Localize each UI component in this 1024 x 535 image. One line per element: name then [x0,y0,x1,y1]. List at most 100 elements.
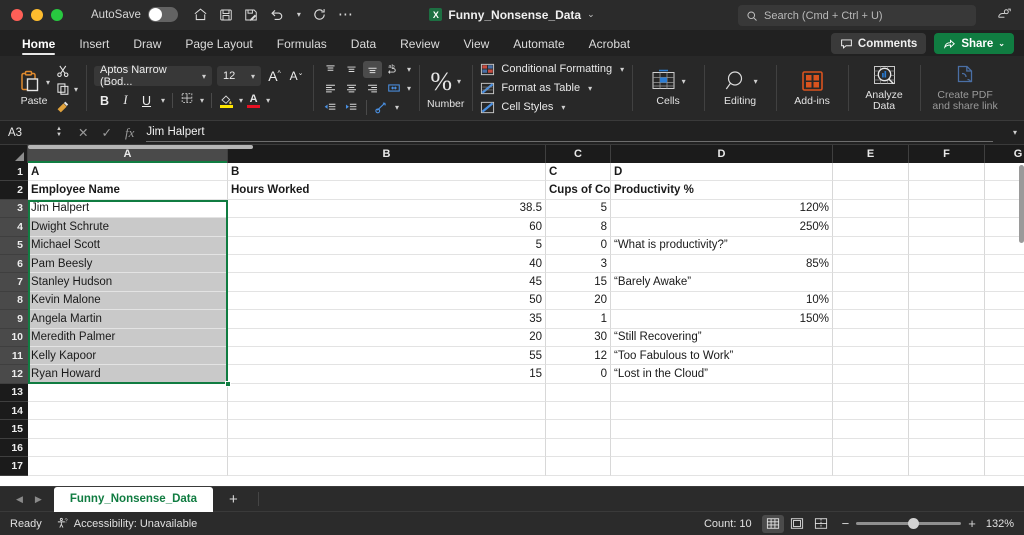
cell-B17[interactable] [228,457,546,476]
cell-F1[interactable] [909,163,985,182]
document-title[interactable]: Funny_Nonsense_Data [448,8,581,22]
decrease-font-size-button[interactable]: A⌄ [288,69,305,83]
cell-E4[interactable] [833,218,909,237]
cell-C4[interactable]: 8 [546,218,611,237]
cell-F6[interactable] [909,254,985,274]
orientation-chevron-icon[interactable]: ▾ [407,65,411,74]
cell-A16[interactable] [28,438,228,458]
conditional-formatting-button[interactable]: Conditional Formatting ▾ [480,62,624,77]
align-bottom-button[interactable] [363,60,383,78]
cell-E1[interactable] [833,163,909,182]
cell-D4[interactable]: 250% [611,218,833,237]
cell-B10[interactable]: 20 [228,328,546,347]
cell-B1[interactable]: B [228,163,546,182]
more-commands-icon[interactable]: ⋯ [338,7,354,22]
increase-font-size-button[interactable]: A^ [266,68,283,84]
orientation-button[interactable]: ab [384,61,403,78]
align-left-button[interactable] [321,80,340,97]
tab-acrobat[interactable]: Acrobat [577,37,642,56]
save-as-icon[interactable] [244,8,258,22]
cell-B4[interactable]: 60 [228,218,546,237]
cell-C8[interactable]: 20 [546,291,611,311]
tab-review[interactable]: Review [388,37,451,56]
font-name-select[interactable]: Aptos Narrow (Bod... ▾ [94,64,213,88]
previous-sheet-icon[interactable]: ◀ [16,494,23,505]
editing-button[interactable]: ▾ Editing [712,69,768,107]
cell-D7[interactable]: “Barely Awake” [611,273,833,292]
cell-D10[interactable]: “Still Recovering” [611,328,833,347]
cell-A4[interactable]: Dwight Schrute [28,218,228,237]
cell-C6[interactable]: 3 [546,254,611,274]
cell-styles-chevron-icon[interactable]: ▾ [561,103,565,112]
decrease-indent-button[interactable] [321,99,340,116]
italic-button[interactable]: I [117,93,134,108]
search-input[interactable]: Search (Cmd + Ctrl + U) [738,5,976,26]
number-format-chevron-icon[interactable]: ▾ [457,77,461,86]
name-box-spinner-icon[interactable]: ▲ ▼ [56,126,62,138]
cell-E15[interactable] [833,420,909,439]
cell-F2[interactable] [909,181,985,200]
fill-color-chevron-icon[interactable]: ▾ [239,96,243,105]
row-header[interactable]: 3 [0,199,28,219]
cell-A13[interactable] [28,383,228,403]
home-icon[interactable] [193,7,208,22]
paste-button[interactable]: ▾ Paste [14,69,54,107]
maximize-window-button[interactable] [51,8,63,21]
cell-D8[interactable]: 10% [611,291,833,311]
cell-F5[interactable] [909,236,985,255]
formula-input[interactable]: Jim Halpert [146,124,993,142]
cell-A11[interactable]: Kelly Kapoor [28,346,228,366]
cells-chevron-icon[interactable]: ▾ [682,77,686,86]
cell-D12[interactable]: “Lost in the Cloud” [611,365,833,384]
cell-D11[interactable]: “Too Fabulous to Work” [611,346,833,366]
increase-indent-button[interactable] [342,99,361,116]
cut-button[interactable] [56,64,78,79]
row-header[interactable]: 4 [0,218,28,237]
cell-F11[interactable] [909,346,985,366]
tab-draw[interactable]: Draw [121,37,173,56]
ribbon-options-icon[interactable] [996,7,1012,28]
cells-button[interactable]: ▾ Cells [640,69,696,107]
cell-D13[interactable] [611,383,833,403]
row-header[interactable]: 17 [0,457,28,476]
accessibility-status[interactable]: ? Accessibility: Unavailable [56,517,197,530]
comments-button[interactable]: Comments [830,33,927,54]
cell-A14[interactable] [28,402,228,421]
font-color-chevron-icon[interactable]: ▾ [266,96,270,105]
fill-handle[interactable] [225,381,231,387]
column-header-g[interactable]: G [985,145,1024,163]
row-header[interactable]: 7 [0,273,28,292]
page-break-view-icon[interactable] [810,515,832,533]
create-pdf-button[interactable]: Create PDF and share link [928,64,1002,112]
cell-C11[interactable]: 12 [546,346,611,366]
underline-button[interactable]: U [138,94,155,108]
cell-D15[interactable] [611,420,833,439]
cell-A2[interactable]: Employee Name [28,181,228,200]
row-header[interactable]: 1 [0,163,28,182]
borders-chevron-icon[interactable]: ▾ [200,96,204,105]
row-header[interactable]: 6 [0,254,28,274]
tab-formulas[interactable]: Formulas [265,37,339,56]
cell-B16[interactable] [228,438,546,458]
add-sheet-button[interactable]: + [217,491,250,508]
cell-F9[interactable] [909,310,985,329]
row-header[interactable]: 8 [0,291,28,311]
cell-B6[interactable]: 40 [228,254,546,274]
cell-E13[interactable] [833,383,909,403]
undo-dropdown-chevron[interactable]: ▾ [297,10,301,19]
cell-B9[interactable]: 35 [228,310,546,329]
zoom-in-button[interactable]: + [968,516,976,531]
paste-dropdown-chevron-icon[interactable]: ▾ [46,78,50,87]
editing-chevron-icon[interactable]: ▾ [754,77,758,86]
share-button[interactable]: Share ⌄ [934,33,1014,54]
autosave-control[interactable]: AutoSave [91,7,178,22]
cell-B13[interactable] [228,383,546,403]
tab-view[interactable]: View [452,37,502,56]
cell-F15[interactable] [909,420,985,439]
row-header[interactable]: 10 [0,328,28,347]
cell-C14[interactable] [546,402,611,421]
zoom-slider[interactable]: − + [842,516,976,531]
cell-A3[interactable]: Jim Halpert [28,199,228,219]
cell-D2[interactable]: Productivity % [611,181,833,200]
close-window-button[interactable] [11,8,23,21]
